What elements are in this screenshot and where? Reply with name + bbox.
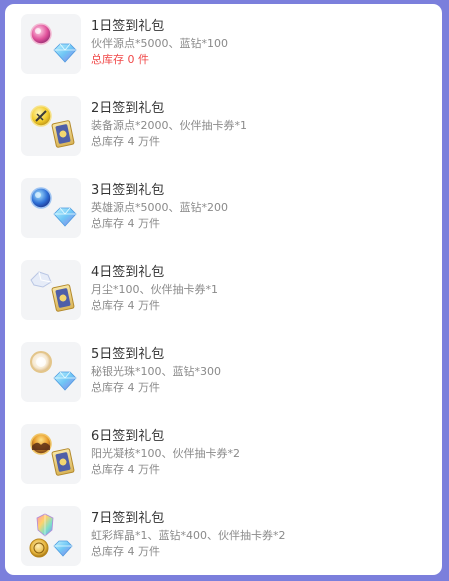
gift-thumbnail: [21, 178, 81, 238]
gift-title: 7日签到礼包: [91, 511, 165, 526]
diamond-icon: [53, 43, 77, 63]
gift-description: 伙伴源点*5000、蓝钻*100: [91, 37, 228, 50]
moondust-crystal-icon: [30, 271, 52, 288]
gift-info: 5日签到礼包 秘银光珠*100、蓝钻*300 总库存 4 万件: [91, 342, 221, 396]
gift-info: 3日签到礼包 英雄源点*5000、蓝钻*200 总库存 4 万件: [91, 178, 228, 232]
gift-stock: 总库存 4 万件: [91, 381, 160, 394]
gift-info: 1日签到礼包 伙伴源点*5000、蓝钻*100 总库存 0 件: [91, 14, 228, 68]
gift-description: 秘银光珠*100、蓝钻*300: [91, 365, 221, 378]
gift-title: 6日签到礼包: [91, 429, 165, 444]
gift-title: 4日签到礼包: [91, 265, 165, 280]
list-item[interactable]: 1日签到礼包 伙伴源点*5000、蓝钻*100 总库存 0 件: [21, 14, 431, 76]
diamond-icon: [53, 207, 77, 227]
list-item[interactable]: 4日签到礼包 月尘*100、伙伴抽卡券*1 总库存 4 万件: [21, 260, 431, 322]
rainbow-crystal-icon: [36, 513, 54, 537]
gift-stock: 总库存 4 万件: [91, 217, 160, 230]
gift-title: 2日签到礼包: [91, 101, 165, 116]
gift-thumbnail: [21, 96, 81, 156]
gift-title: 5日签到礼包: [91, 347, 165, 362]
gift-description: 虹彩辉晶*1、蓝钻*400、伙伴抽卡券*2: [91, 529, 286, 542]
diamond-icon: [53, 540, 73, 557]
gift-stock: 总库存 4 万件: [91, 299, 160, 312]
gift-thumbnail: [21, 342, 81, 402]
gift-stock: 总库存 4 万件: [91, 545, 160, 558]
sunlight-core-icon: [30, 433, 52, 455]
card-ticket-icon: [51, 448, 75, 476]
gold-sword-orb-icon: [30, 105, 52, 127]
gift-stock: 总库存 0 件: [91, 53, 149, 66]
gift-title: 3日签到礼包: [91, 183, 165, 198]
gift-thumbnail: [21, 14, 81, 74]
gift-info: 4日签到礼包 月尘*100、伙伴抽卡券*1 总库存 4 万件: [91, 260, 218, 314]
gift-stock: 总库存 4 万件: [91, 135, 160, 148]
blue-orb-icon: [30, 187, 52, 209]
gift-description: 阳光凝核*100、伙伴抽卡券*2: [91, 447, 240, 460]
gift-thumbnail: [21, 260, 81, 320]
list-item[interactable]: 6日签到礼包 阳光凝核*100、伙伴抽卡券*2 总库存 4 万件: [21, 424, 431, 486]
gift-info: 6日签到礼包 阳光凝核*100、伙伴抽卡券*2 总库存 4 万件: [91, 424, 240, 478]
pink-orb-icon: [30, 23, 52, 45]
card-ticket-icon: [51, 120, 75, 148]
gift-description: 英雄源点*5000、蓝钻*200: [91, 201, 228, 214]
list-item[interactable]: 7日签到礼包 虹彩辉晶*1、蓝钻*400、伙伴抽卡券*2 总库存 4 万件: [21, 506, 431, 568]
gift-title: 1日签到礼包: [91, 19, 165, 34]
gift-thumbnail: [21, 424, 81, 484]
gift-info: 7日签到礼包 虹彩辉晶*1、蓝钻*400、伙伴抽卡券*2 总库存 4 万件: [91, 506, 286, 560]
gift-description: 月尘*100、伙伴抽卡券*1: [91, 283, 218, 296]
gift-description: 装备源点*2000、伙伴抽卡券*1: [91, 119, 247, 132]
gift-info: 2日签到礼包 装备源点*2000、伙伴抽卡券*1 总库存 4 万件: [91, 96, 247, 150]
list-item[interactable]: 5日签到礼包 秘银光珠*100、蓝钻*300 总库存 4 万件: [21, 342, 431, 404]
list-item[interactable]: 2日签到礼包 装备源点*2000、伙伴抽卡券*1 总库存 4 万件: [21, 96, 431, 158]
diamond-icon: [53, 371, 77, 391]
gift-thumbnail: [21, 506, 81, 566]
gold-coin-icon: [29, 538, 49, 558]
gift-list-panel: 1日签到礼包 伙伴源点*5000、蓝钻*100 总库存 0 件 2日签到礼包 装…: [5, 4, 442, 575]
card-ticket-icon: [51, 284, 75, 312]
gift-stock: 总库存 4 万件: [91, 463, 160, 476]
mithril-pearl-icon: [30, 351, 52, 373]
list-item[interactable]: 3日签到礼包 英雄源点*5000、蓝钻*200 总库存 4 万件: [21, 178, 431, 240]
